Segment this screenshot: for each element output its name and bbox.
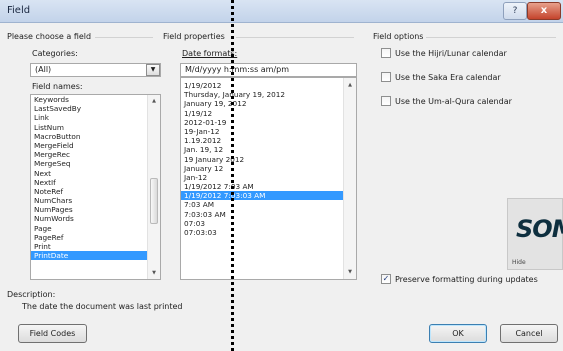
field-name-item[interactable]: Next <box>31 169 147 178</box>
scroll-down-arrow-icon[interactable]: ▼ <box>345 267 355 277</box>
field-names-scrollbar[interactable]: ▲ ▼ <box>147 95 160 279</box>
dialog-title: Field <box>7 5 31 16</box>
field-name-item[interactable]: NumWords <box>31 214 147 223</box>
help-icon: ? <box>512 6 518 16</box>
field-name-item[interactable]: Keywords <box>31 95 147 104</box>
date-format-item[interactable]: 7:03 AM <box>181 200 343 209</box>
preserve-formatting-label: Preserve formatting during updates <box>395 275 538 284</box>
date-format-item[interactable]: Thursday, January 19, 2012 <box>181 90 343 99</box>
date-format-item[interactable]: 7:03:03 AM <box>181 210 343 219</box>
date-format-item[interactable]: 07:03:03 <box>181 228 343 237</box>
date-formats-list[interactable]: 1/19/2012 Thursday, January 19, 2012 Janua… <box>180 77 357 280</box>
scroll-thumb[interactable] <box>150 178 158 224</box>
scroll-up-arrow-icon[interactable]: ▲ <box>149 96 159 106</box>
hijri-checkbox[interactable] <box>381 48 391 58</box>
dialog-content: Please choose a field Categories: (All) … <box>0 23 563 351</box>
ok-button[interactable]: OK <box>429 324 487 343</box>
field-name-item[interactable]: Page <box>31 224 147 233</box>
preserve-formatting-checkbox[interactable]: ✓ <box>381 274 391 284</box>
date-format-item[interactable]: Jan. 19, 12 <box>181 145 343 154</box>
hijri-label: Use the Hijri/Lunar calendar <box>395 49 507 58</box>
field-name-item[interactable]: LastSavedBy <box>31 104 147 113</box>
choose-field-header: Please choose a field <box>7 32 92 41</box>
date-format-item[interactable]: 1/19/2012 <box>181 81 343 90</box>
field-name-item[interactable]: PrintDate <box>31 251 147 261</box>
field-name-item[interactable]: MacroButton <box>31 132 147 141</box>
categories-value: (All) <box>35 65 52 74</box>
field-name-item[interactable]: Print <box>31 242 147 251</box>
date-format-item[interactable]: 2012-01-19 <box>181 118 343 127</box>
saka-checkbox[interactable] <box>381 72 391 82</box>
description-text: The date the document was last printed <box>22 302 183 311</box>
date-format-item[interactable]: 07:03 <box>181 219 343 228</box>
description-label: Description: <box>7 290 56 299</box>
hide-label[interactable]: Hide <box>512 259 526 266</box>
field-name-item[interactable]: MergeRec <box>31 150 147 159</box>
som-logo: SOM <box>516 215 563 243</box>
dotted-divider-line <box>231 0 234 351</box>
date-formats-items: 1/19/2012 Thursday, January 19, 2012 Janua… <box>181 81 343 237</box>
title-bar: Field ? x <box>0 0 563 23</box>
field-codes-button[interactable]: Field Codes <box>18 324 87 343</box>
date-format-item[interactable]: 19 January 2012 <box>181 155 343 164</box>
categories-dropdown[interactable]: (All) ▼ <box>30 63 161 77</box>
field-codes-label: Field Codes <box>29 329 76 338</box>
dropdown-arrow-icon[interactable]: ▼ <box>146 64 160 76</box>
field-names-items: Keywords LastSavedBy Link ListNum MacroButto… <box>31 95 147 261</box>
date-formats-scrollbar[interactable]: ▲ ▼ <box>343 78 356 279</box>
field-name-item[interactable]: NoteRef <box>31 187 147 196</box>
date-format-item[interactable]: January 19, 2012 <box>181 99 343 108</box>
left-header-divider <box>95 37 153 38</box>
close-button[interactable]: x <box>527 2 561 20</box>
um-al-qura-label: Use the Um-al-Qura calendar <box>395 97 512 106</box>
help-button[interactable]: ? <box>503 2 527 20</box>
middle-header-divider <box>236 37 354 38</box>
scroll-up-arrow-icon[interactable]: ▲ <box>345 80 355 90</box>
ok-label: OK <box>452 329 464 338</box>
scroll-down-arrow-icon[interactable]: ▼ <box>149 268 159 278</box>
field-properties-header: Field properties <box>163 32 225 41</box>
date-format-item[interactable]: 1/19/2012 7:03:03 AM <box>181 191 343 201</box>
saka-label: Use the Saka Era calendar <box>395 73 501 82</box>
close-icon: x <box>540 5 548 16</box>
field-name-item[interactable]: PageRef <box>31 233 147 242</box>
field-name-item[interactable]: MergeSeq <box>31 159 147 168</box>
field-name-item[interactable]: NextIf <box>31 178 147 187</box>
checkmark-icon: ✓ <box>382 274 390 283</box>
date-formats-label: Date formats: <box>182 49 238 58</box>
field-name-item[interactable]: Link <box>31 113 147 122</box>
date-format-item[interactable]: 19-Jan-12 <box>181 127 343 136</box>
field-name-item[interactable]: MergeField <box>31 141 147 150</box>
som-logo-card: SOM Hide <box>507 198 563 270</box>
field-names-label: Field names: <box>32 82 83 91</box>
field-name-item[interactable]: ListNum <box>31 123 147 132</box>
field-options-header: Field options <box>373 32 424 41</box>
right-header-divider <box>426 37 556 38</box>
date-format-item[interactable]: Jan-12 <box>181 173 343 182</box>
field-names-list[interactable]: Keywords LastSavedBy Link ListNum MacroButto… <box>30 94 161 280</box>
date-format-item[interactable]: 1/19/2012 7:03 AM <box>181 182 343 191</box>
date-format-item[interactable]: January 12 <box>181 164 343 173</box>
date-format-value: M/d/yyyy h:mm:ss am/pm <box>185 65 290 74</box>
categories-label: Categories: <box>32 49 78 58</box>
date-format-item[interactable]: 1.19.2012 <box>181 136 343 145</box>
date-format-input[interactable]: M/d/yyyy h:mm:ss am/pm <box>180 63 357 77</box>
cancel-label: Cancel <box>515 329 543 338</box>
cancel-button[interactable]: Cancel <box>500 324 558 343</box>
um-al-qura-checkbox[interactable] <box>381 96 391 106</box>
date-format-item[interactable]: 1/19/12 <box>181 109 343 118</box>
field-name-item[interactable]: NumPages <box>31 205 147 214</box>
field-name-item[interactable]: NumChars <box>31 196 147 205</box>
